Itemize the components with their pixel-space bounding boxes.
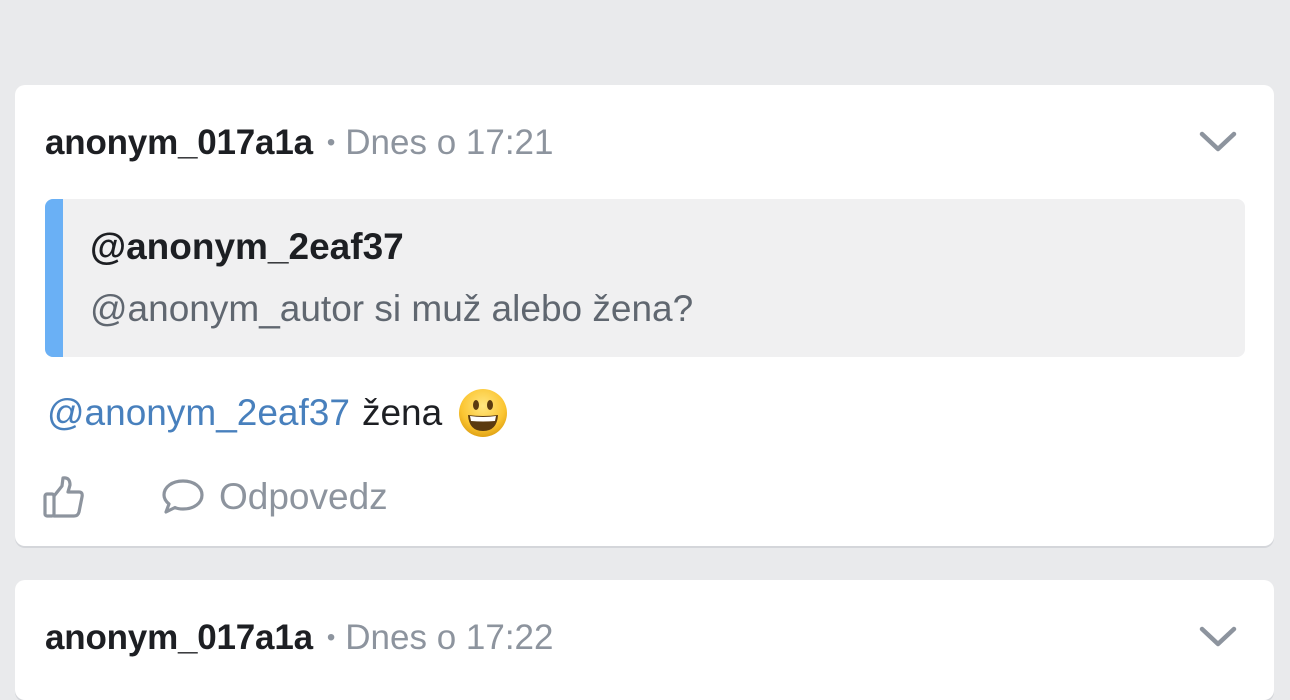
comment-author[interactable]: anonym_017a1a <box>45 123 313 163</box>
mention-link[interactable]: @anonym_2eaf37 <box>47 392 350 434</box>
comment-card: anonym_017a1a • Dnes o 17:21 @anonym_2ea… <box>15 85 1274 546</box>
reply-button[interactable]: Odpovedz <box>161 476 388 518</box>
comment-card: anonym_017a1a • Dnes o 17:22 <box>15 580 1274 700</box>
reply-label: Odpovedz <box>219 476 388 517</box>
smiling-face-emoji <box>459 389 508 437</box>
comment-header: anonym_017a1a • Dnes o 17:22 <box>45 618 553 658</box>
separator-dot: • <box>326 624 336 651</box>
comment-actions: Odpovedz <box>43 475 388 519</box>
speech-bubble-icon <box>162 479 204 514</box>
thumbs-up-icon[interactable] <box>43 475 85 519</box>
quoted-comment: @anonym_2eaf37 @anonym_autor si muž aleb… <box>45 199 1245 357</box>
comment-timestamp: Dnes o 17:21 <box>345 123 554 162</box>
quote-author[interactable]: @anonym_2eaf37 <box>90 226 404 268</box>
chevron-down-icon[interactable] <box>1198 127 1238 157</box>
comment-timestamp: Dnes o 17:22 <box>345 618 554 657</box>
comment-header: anonym_017a1a • Dnes o 17:21 <box>45 123 553 163</box>
quote-text: @anonym_autor si muž alebo žena? <box>90 288 694 329</box>
comment-author[interactable]: anonym_017a1a <box>45 618 313 658</box>
comment-body: @anonym_2eaf37 žena <box>47 385 508 441</box>
chevron-down-icon[interactable] <box>1198 622 1238 652</box>
separator-dot: • <box>326 129 336 156</box>
comment-text: žena <box>361 392 443 433</box>
quote-accent-bar <box>45 199 63 357</box>
